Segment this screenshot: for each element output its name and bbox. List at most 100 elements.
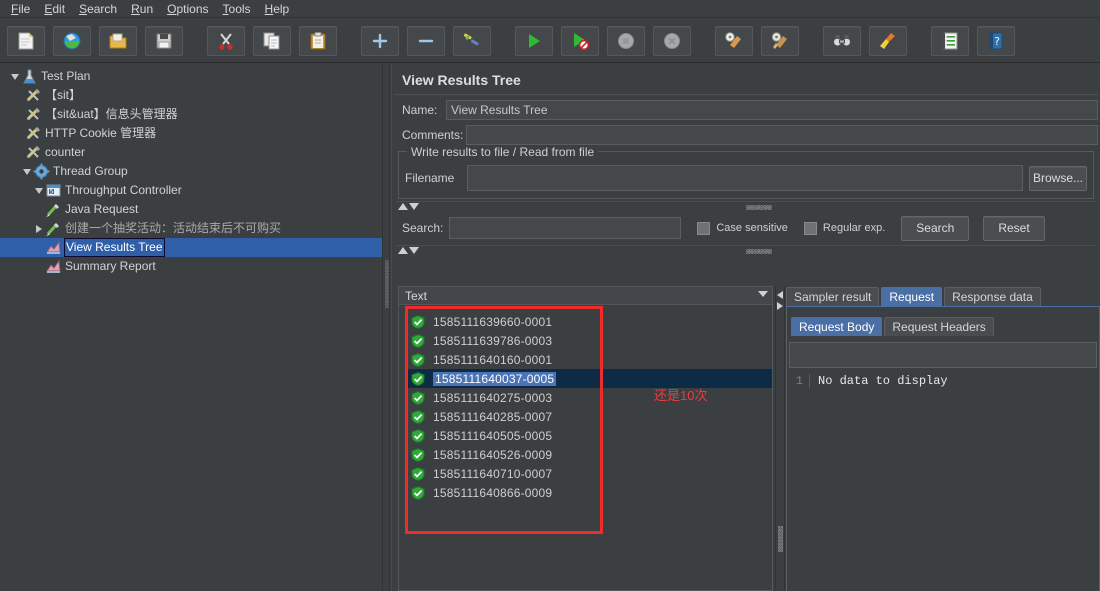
function-helper-icon [940,31,960,51]
comments-input[interactable] [466,125,1098,145]
save-floppy-icon [154,31,174,51]
split-grip-2[interactable] [778,526,783,552]
paste-button[interactable] [299,25,337,56]
menu-file[interactable]: File [4,1,37,17]
search-button[interactable]: Search [901,215,970,241]
request-search-field[interactable] [789,342,1097,368]
menu-bar: File Edit Search Run Options Tools Help [0,0,1100,18]
case-sensitive-checkbox[interactable] [697,221,711,235]
regular-exp-checkbox-wrap[interactable]: Regular exp. [803,221,885,235]
name-label: Name: [402,103,438,117]
name-input[interactable]: View Results Tree [446,100,1098,120]
case-sensitive-checkbox-wrap[interactable]: Case sensitive [697,221,788,235]
save-button[interactable] [145,25,183,56]
reset-button[interactable]: Reset [983,215,1045,241]
expand-toggle-icon[interactable] [20,162,33,181]
search-binoculars-icon [832,31,852,51]
tree-node-java-request[interactable]: Java Request [0,200,382,219]
results-list[interactable]: 1585111639660-0001 1585111639786-0003 15… [399,306,772,590]
tab-request-body[interactable]: Request Body [791,317,883,336]
list-item[interactable]: 1585111640866-0009 [407,483,772,502]
regular-exp-checkbox[interactable] [803,221,817,235]
collapse-arrows[interactable] [398,203,419,210]
expand-toggle-icon[interactable] [32,181,45,200]
new-document-button[interactable] [7,25,45,56]
shutdown-button[interactable] [653,25,691,56]
search-tree-button[interactable] [823,25,861,56]
results-collapse-bar-bottom[interactable] [396,245,1096,257]
collapse-left-arrow-icon[interactable] [777,291,783,299]
tree-node-counter[interactable]: counter [0,143,382,162]
results-collapse-bar-top[interactable] [396,201,1096,213]
list-item[interactable]: 1585111640710-0007 [407,464,772,483]
tree-node-sit-uat-header-manager[interactable]: 【sit&uat】信息头管理器 [0,105,382,124]
help-button[interactable]: ? [977,25,1015,56]
copy-pages-icon [262,31,282,51]
tab-request[interactable]: Request [881,287,943,306]
arrow-down-icon[interactable] [409,247,419,254]
list-item-selected[interactable]: 1585111640037-0005 [407,369,772,388]
expand-toggle-icon[interactable] [8,67,21,86]
tree-node-test-plan[interactable]: Test Plan [0,67,382,86]
search-input[interactable] [449,217,682,239]
menu-edit[interactable]: Edit [37,1,72,17]
menu-options[interactable]: Options [160,1,215,17]
tree-node-http-cookie-manager[interactable]: HTTP Cookie 管理器 [0,124,382,143]
main-split-divider[interactable] [382,64,390,591]
list-item[interactable]: 1585111639660-0001 [407,312,772,331]
tree-node-summary-report[interactable]: Summary Report [0,257,382,276]
split-grip[interactable] [385,260,389,308]
clear-button[interactable] [715,25,753,56]
collapse-right-arrow-icon[interactable] [777,302,783,310]
open-button[interactable] [99,25,137,56]
results-list-panel: Text 1585111639660-0001 1585111639786-00… [398,286,773,591]
list-item[interactable]: 1585111639786-0003 [407,331,772,350]
tree-node-view-results-tree[interactable]: View Results Tree [0,238,382,257]
tree-node-throughput-controller[interactable]: 5 Throughput Controller [0,181,382,200]
write-results-group: Write results to file / Read from file F… [398,145,1094,199]
list-item[interactable]: 1585111640526-0009 [407,445,772,464]
sampler-icon [45,201,62,218]
expand-toggle-icon[interactable] [32,219,45,238]
arrow-down-icon[interactable] [409,203,419,210]
menu-search[interactable]: Search [72,1,124,17]
collapse-arrows-2[interactable] [398,247,419,254]
collapse-all-button[interactable] [407,25,445,56]
list-item[interactable]: 1585111640160-0001 [407,350,772,369]
tab-response-data[interactable]: Response data [944,287,1041,306]
tree-node-lottery-sampler[interactable]: 创建一个抽奖活动：活动结束后不可购买 [0,219,382,238]
request-body-viewer[interactable]: 1 No data to display [787,374,1099,388]
filename-input[interactable] [467,165,1023,191]
menu-tools[interactable]: Tools [216,1,258,17]
list-item-label: 1585111639660-0001 [433,314,553,329]
tab-request-headers[interactable]: Request Headers [884,317,994,336]
toolbar: ? [0,19,1100,63]
copy-button[interactable] [253,25,291,56]
results-render-combo[interactable]: Text [399,287,772,305]
stop-button[interactable] [607,25,645,56]
menu-help[interactable]: Help [258,1,297,17]
chevron-down-icon[interactable] [758,291,768,297]
tree-node-sit[interactable]: 【sit】 [0,86,382,105]
expand-all-button[interactable] [361,25,399,56]
list-item[interactable]: 1585111640275-0003 [407,388,772,407]
toggle-button[interactable] [453,25,491,56]
reset-search-button[interactable] [869,25,907,56]
results-split-divider[interactable] [775,286,785,591]
templates-button[interactable] [53,25,91,56]
tab-sampler-result[interactable]: Sampler result [786,287,880,306]
case-sensitive-label: Case sensitive [716,222,788,234]
clear-all-button[interactable] [761,25,799,56]
list-item[interactable]: 1585111640505-0005 [407,426,772,445]
arrow-up-icon[interactable] [398,247,408,254]
cut-button[interactable] [207,25,245,56]
test-plan-tree[interactable]: Test Plan 【sit】 【sit&uat】信息头管理器 HTTP Coo… [0,64,382,276]
tree-node-thread-group[interactable]: Thread Group [0,162,382,181]
arrow-up-icon[interactable] [398,203,408,210]
browse-button[interactable]: Browse... [1029,165,1087,191]
menu-run[interactable]: Run [124,1,160,17]
list-item[interactable]: 1585111640285-0007 [407,407,772,426]
function-helper-button[interactable] [931,25,969,56]
start-no-pauses-button[interactable] [561,25,599,56]
start-button[interactable] [515,25,553,56]
